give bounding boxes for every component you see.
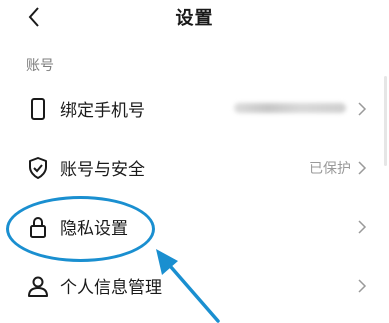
chevron-right-icon: [358, 102, 367, 116]
row-label: 个人信息管理: [60, 278, 162, 298]
page-title: 设置: [175, 8, 214, 29]
pointer-arrow-icon: [156, 249, 220, 323]
chevron-right-icon: [358, 220, 367, 234]
chevron-right-icon: [358, 279, 367, 293]
phone-icon: [31, 98, 45, 120]
row-label: 绑定手机号: [60, 101, 145, 121]
row-bind-phone[interactable]: 绑定手机号: [0, 80, 389, 138]
row-label: 账号与安全: [60, 160, 145, 180]
highlight-circle: [6, 196, 155, 262]
status-value: 已保护: [309, 161, 351, 177]
chevron-right-icon: [358, 161, 367, 175]
shield-check-icon: [29, 157, 47, 179]
section-header-account: 账号: [26, 58, 54, 74]
top-bar: 设置: [0, 0, 389, 36]
person-icon: [28, 276, 48, 297]
row-account-security[interactable]: 账号与安全 已保护: [0, 139, 389, 197]
phone-number-value-redacted: [234, 103, 346, 113]
scrollbar: [384, 76, 387, 166]
